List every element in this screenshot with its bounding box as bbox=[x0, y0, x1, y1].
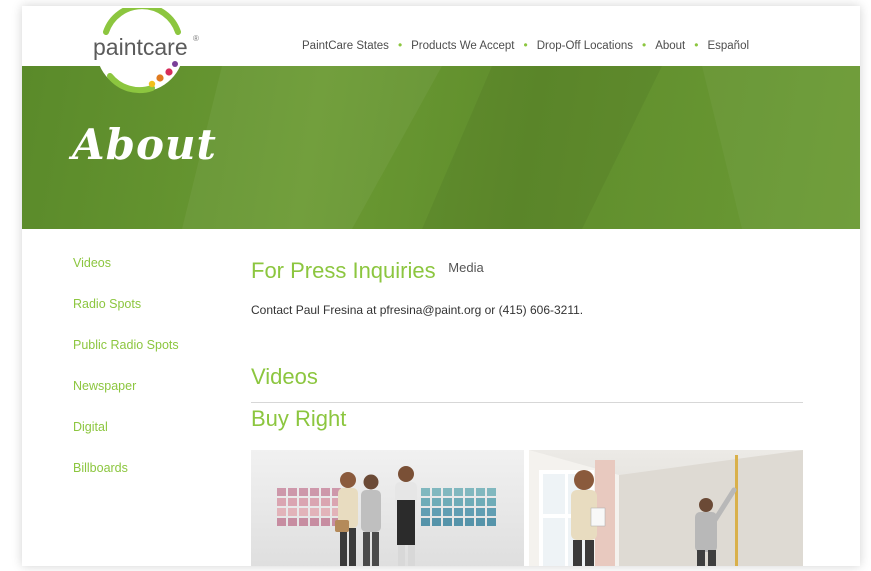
top-navigation: PaintCare States • Products We Accept • Drop… bbox=[302, 38, 749, 52]
press-inquiries-heading: For Press Inquiries bbox=[251, 258, 436, 283]
nav-drop-off-locations[interactable]: Drop-Off Locations bbox=[537, 40, 633, 52]
sidebar-item-public-radio-spots[interactable]: Public Radio Spots bbox=[73, 338, 179, 379]
tab-jobs[interactable]: Jobs bbox=[537, 253, 607, 289]
paintcare-logo[interactable]: paintcare ® bbox=[80, 8, 206, 102]
browser-page: PaintCare States • Products We Accept • Drop… bbox=[22, 6, 860, 566]
buy-right-heading: Buy Right bbox=[251, 406, 347, 431]
nav-paintcare-states[interactable]: PaintCare States bbox=[302, 40, 389, 52]
press-contact-text: Contact Paul Fresina at pfresina@paint.o… bbox=[251, 303, 584, 317]
page-title: About bbox=[72, 120, 217, 169]
nav-separator: • bbox=[694, 38, 699, 52]
tab-in-the-news[interactable]: In the News bbox=[647, 253, 752, 289]
media-sidebar: Videos Radio Spots Public Radio Spots Ne… bbox=[73, 256, 179, 502]
nav-separator: • bbox=[642, 38, 647, 52]
videos-heading: Videos bbox=[251, 364, 318, 389]
sidebar-item-billboards[interactable]: Billboards bbox=[73, 461, 179, 502]
logo-registered: ® bbox=[193, 34, 199, 43]
sidebar-item-newspaper[interactable]: Newspaper bbox=[73, 379, 179, 420]
nav-separator: • bbox=[397, 38, 403, 52]
nav-separator: • bbox=[523, 38, 528, 52]
nav-espanol[interactable]: Español bbox=[707, 40, 749, 52]
nav-about[interactable]: About bbox=[655, 40, 685, 52]
sidebar-item-radio-spots[interactable]: Radio Spots bbox=[73, 297, 179, 338]
video-thumbnail-store[interactable] bbox=[251, 450, 524, 566]
video-thumbnail-room[interactable] bbox=[529, 450, 803, 566]
sidebar-item-digital[interactable]: Digital bbox=[73, 420, 179, 461]
sidebar-item-videos[interactable]: Videos bbox=[73, 256, 179, 297]
section-divider bbox=[251, 402, 803, 403]
logo-text: paintcare bbox=[93, 34, 188, 60]
nav-products-we-accept[interactable]: Products We Accept bbox=[411, 40, 514, 52]
